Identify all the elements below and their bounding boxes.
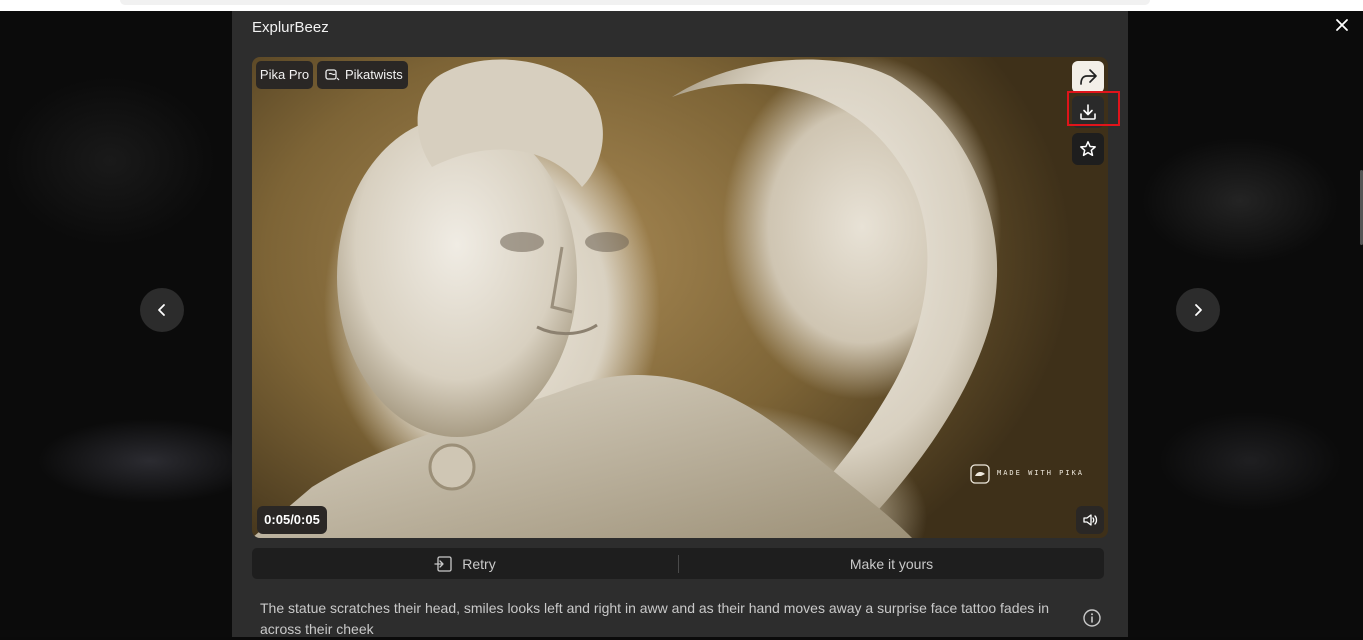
- share-icon: [1080, 69, 1097, 85]
- download-highlight-box: [1067, 91, 1120, 126]
- modal-title: ExplurBeez: [252, 19, 329, 36]
- retry-label: Retry: [462, 555, 496, 572]
- pikatwists-icon: [325, 69, 340, 81]
- star-icon: [1080, 141, 1096, 157]
- info-icon[interactable]: [1082, 608, 1102, 628]
- tag-pikatwists[interactable]: Pikatwists: [317, 61, 408, 89]
- close-icon: [1336, 19, 1348, 31]
- favorite-button[interactable]: [1072, 133, 1104, 165]
- retry-button[interactable]: Retry: [252, 548, 678, 579]
- action-bar: Retry Make it yours: [252, 548, 1104, 579]
- chevron-right-icon: [1195, 304, 1202, 316]
- next-button[interactable]: [1176, 288, 1220, 332]
- tag-pikatwists-label: Pikatwists: [345, 67, 403, 82]
- prompt-text: The statue scratches their head, smiles …: [260, 600, 1050, 637]
- make-it-yours-button[interactable]: Make it yours: [679, 548, 1104, 579]
- address-bar[interactable]: [120, 0, 1150, 5]
- retry-icon: [434, 555, 452, 572]
- previous-button[interactable]: [140, 288, 184, 332]
- tag-pika-pro[interactable]: Pika Pro: [256, 61, 313, 89]
- pika-watermark-icon: [970, 464, 990, 484]
- volume-icon: [1083, 514, 1098, 526]
- video-time: 0:05/0:05: [257, 506, 327, 534]
- close-button[interactable]: [1332, 16, 1352, 36]
- chevron-left-icon: [158, 304, 165, 316]
- share-button[interactable]: [1072, 61, 1104, 93]
- watermark-text: MADE WITH PIKA: [997, 469, 1085, 477]
- volume-button[interactable]: [1076, 506, 1104, 534]
- browser-top-bar: [0, 0, 1363, 11]
